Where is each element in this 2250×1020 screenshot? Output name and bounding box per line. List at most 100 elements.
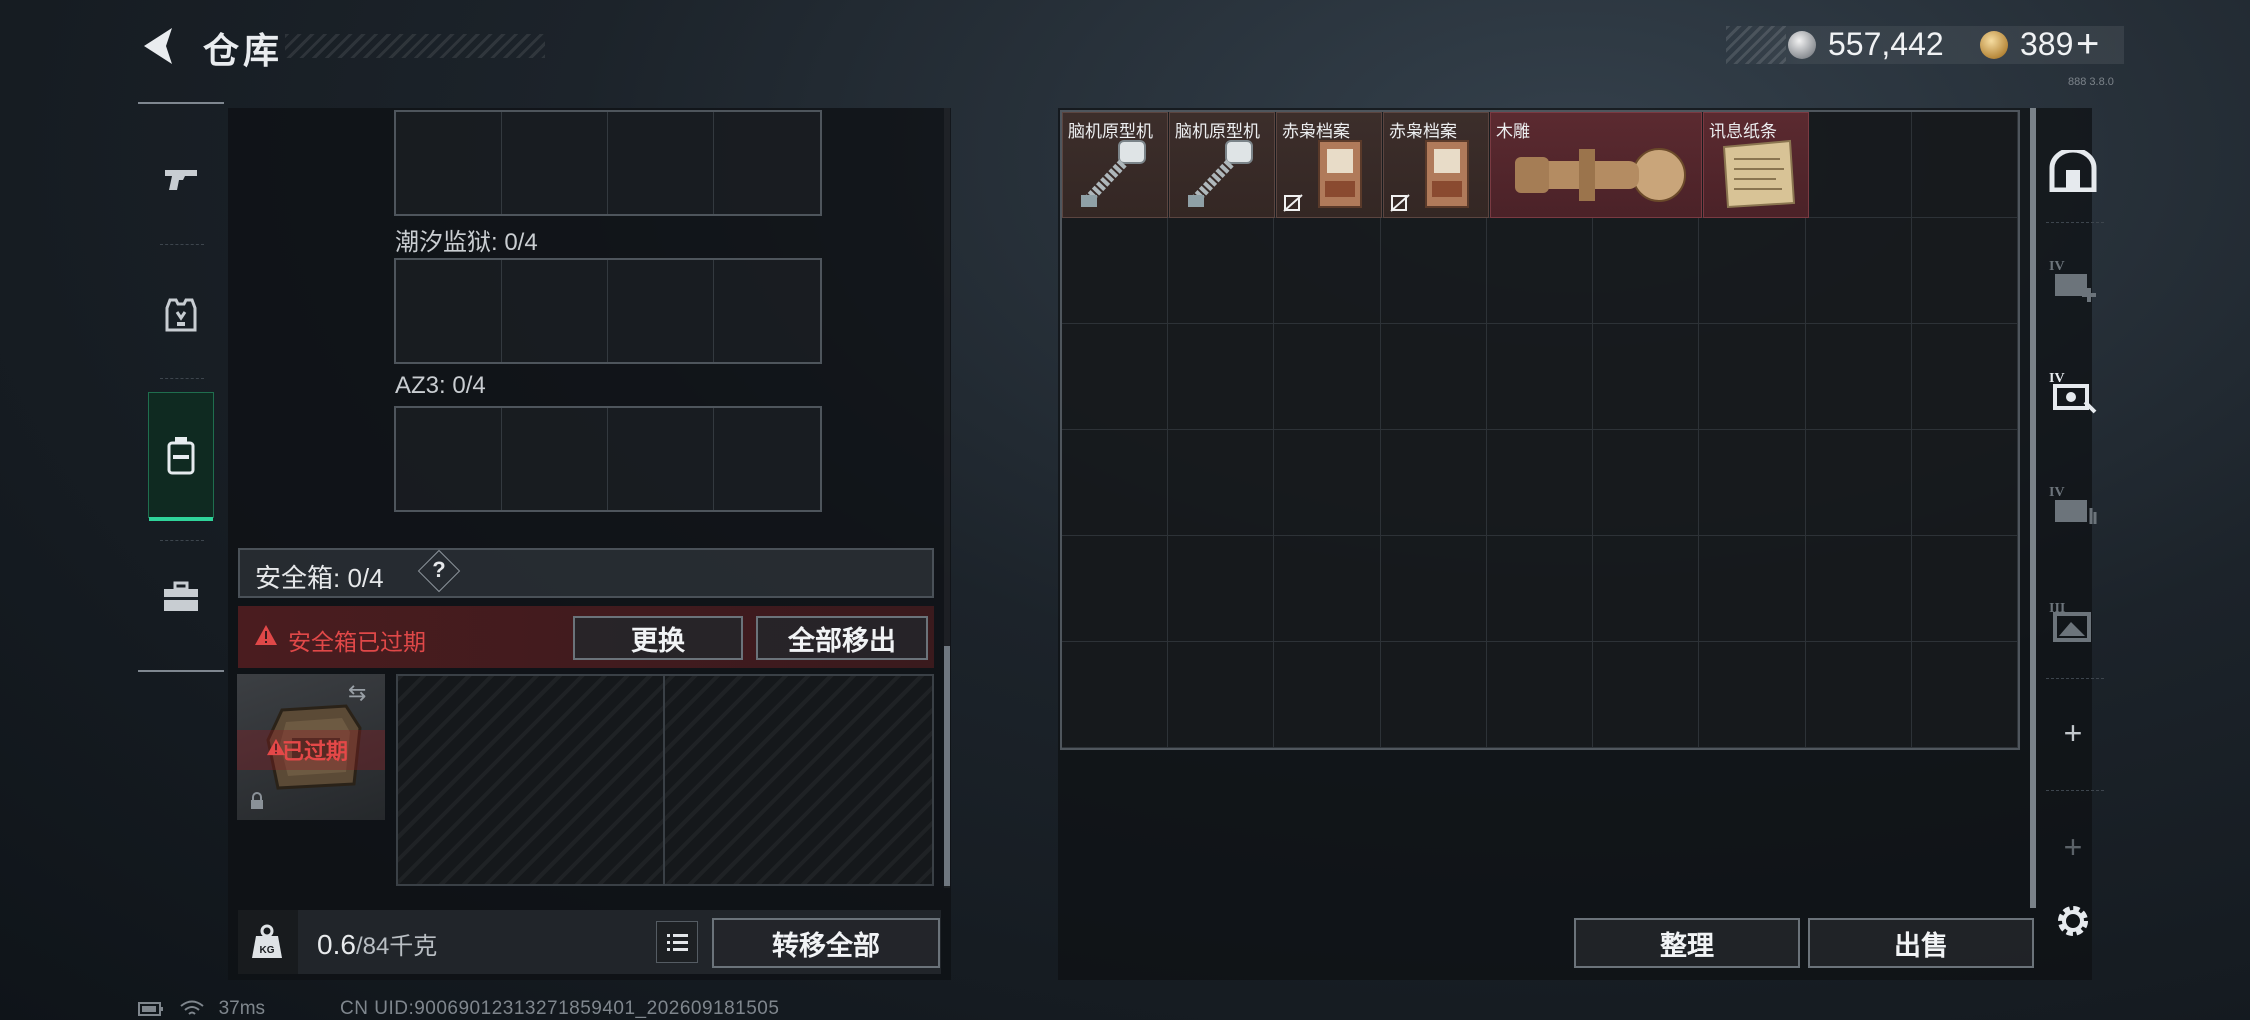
stash-cell[interactable] — [1168, 536, 1275, 642]
stash-item[interactable]: 讯息纸条 — [1703, 112, 1809, 218]
stash-cell[interactable] — [1380, 642, 1487, 748]
slot[interactable] — [714, 260, 820, 362]
stash-cell[interactable] — [1062, 324, 1169, 430]
stash-item[interactable]: 脑机原型机 — [1062, 112, 1168, 218]
settings-button[interactable] — [2042, 890, 2104, 952]
slot[interactable] — [714, 112, 820, 214]
swap-icon[interactable]: ⇆ — [348, 680, 366, 706]
stash-cell[interactable] — [1805, 430, 1912, 536]
stash-cell[interactable] — [1274, 642, 1381, 748]
sell-button[interactable]: 出售 — [1808, 918, 2034, 968]
stash-cell[interactable] — [1168, 430, 1275, 536]
stash-item[interactable]: 木雕 — [1490, 112, 1702, 218]
stash-cell[interactable] — [1805, 642, 1912, 748]
stash-page-tab[interactable]: IV — [2042, 248, 2104, 310]
stash-cell[interactable] — [1380, 536, 1487, 642]
stash-cell[interactable] — [1699, 642, 1806, 748]
stash-cell[interactable] — [1062, 430, 1169, 536]
stash-page-tab[interactable]: III — [2042, 590, 2104, 652]
stash-cell[interactable] — [1805, 218, 1912, 324]
tab-weapons[interactable] — [146, 134, 216, 224]
stash-cell[interactable] — [1380, 430, 1487, 536]
page-title: 仓库 — [203, 30, 284, 71]
slot[interactable] — [714, 408, 820, 510]
stash-cell[interactable] — [1593, 536, 1700, 642]
weight-readout: 0.6/84千克 — [317, 926, 437, 961]
stash-cell[interactable] — [1593, 324, 1700, 430]
stash-cell[interactable] — [1380, 218, 1487, 324]
tab-armor[interactable] — [146, 270, 216, 360]
stash-cell[interactable] — [1062, 218, 1169, 324]
slot[interactable] — [502, 260, 608, 362]
stash-cell[interactable] — [1805, 324, 1912, 430]
stash-cell[interactable] — [1593, 218, 1700, 324]
ping-value: 37ms — [218, 998, 266, 1019]
stash-cell[interactable] — [1486, 218, 1594, 324]
add-stash-page-button[interactable]: + — [2042, 702, 2104, 764]
container-slot-grid[interactable] — [394, 258, 822, 364]
stash-cell[interactable] — [1699, 218, 1806, 324]
stash-cell[interactable] — [1593, 430, 1700, 536]
stash-cell[interactable] — [1911, 642, 2018, 748]
stash-cell[interactable] — [1274, 218, 1381, 324]
stash-cell[interactable] — [1699, 536, 1806, 642]
stash-cell[interactable] — [1486, 430, 1594, 536]
stash-cell[interactable] — [1274, 324, 1381, 430]
transfer-all-button[interactable]: 转移全部 — [712, 918, 940, 968]
stash-cell[interactable] — [1911, 218, 2018, 324]
left-scrollbar-thumb[interactable] — [944, 646, 950, 886]
safebox-slots[interactable] — [396, 674, 934, 886]
stash-cell[interactable] — [1805, 112, 1912, 218]
stash-item[interactable]: 脑机原型机 — [1169, 112, 1275, 218]
slot[interactable] — [502, 408, 608, 510]
stash-cell[interactable] — [1062, 536, 1169, 642]
stash-cell[interactable] — [1062, 642, 1169, 748]
container-slot-grid[interactable] — [394, 406, 822, 512]
gold-currency-value: 389 — [2020, 26, 2074, 62]
locked-slot[interactable] — [398, 676, 665, 884]
slot[interactable] — [396, 112, 502, 214]
stash-cell[interactable] — [1168, 324, 1275, 430]
stash-cell[interactable] — [1486, 324, 1594, 430]
stash-home-tab[interactable] — [2042, 140, 2104, 202]
stash-page-tab[interactable]: IV — [2042, 474, 2104, 536]
replace-button[interactable]: 更换 — [573, 616, 743, 660]
slot[interactable] — [396, 260, 502, 362]
stash-cell[interactable] — [1168, 218, 1275, 324]
sort-button[interactable]: 整理 — [1574, 918, 1800, 968]
list-view-button[interactable] — [656, 921, 698, 963]
stash-cell[interactable] — [1699, 430, 1806, 536]
tab-backpack[interactable] — [148, 392, 214, 521]
container-label: 潮汐监狱: 0/4 — [395, 229, 538, 256]
add-currency-button[interactable]: + — [2076, 22, 2099, 67]
slot[interactable] — [396, 408, 502, 510]
help-icon-glyph[interactable]: ? — [424, 557, 454, 587]
tab-tools[interactable] — [146, 552, 216, 642]
stash-cell[interactable] — [1911, 324, 2018, 430]
stash-cell[interactable] — [1274, 430, 1381, 536]
stash-item[interactable]: 赤枭档案 — [1276, 112, 1382, 218]
stash-cell[interactable] — [1911, 430, 2018, 536]
stash-cell[interactable] — [1486, 536, 1594, 642]
container-slot-grid-top[interactable] — [394, 110, 822, 216]
stash-cell[interactable] — [1911, 536, 2018, 642]
slot[interactable] — [502, 112, 608, 214]
back-arrow-icon[interactable] — [138, 24, 178, 68]
stash-item[interactable]: 赤枭档案 — [1383, 112, 1489, 218]
stash-scrollbar[interactable] — [2030, 108, 2036, 908]
stash-cell[interactable] — [1168, 642, 1275, 748]
stash-cell[interactable] — [1805, 536, 1912, 642]
stash-page-tab-active[interactable]: IV — [2042, 360, 2104, 422]
stash-cell[interactable] — [1486, 642, 1594, 748]
stash-cell[interactable] — [1380, 324, 1487, 430]
stash-cell[interactable] — [1593, 642, 1700, 748]
locked-slot[interactable] — [665, 676, 932, 884]
slot[interactable] — [608, 408, 714, 510]
stash-cell[interactable] — [1699, 324, 1806, 430]
stash-cell[interactable] — [1274, 536, 1381, 642]
build-version: 888 3.8.0 — [2068, 76, 2114, 88]
move-all-out-button[interactable]: 全部移出 — [756, 616, 928, 660]
slot[interactable] — [608, 112, 714, 214]
stash-cell[interactable] — [1911, 112, 2018, 218]
slot[interactable] — [608, 260, 714, 362]
